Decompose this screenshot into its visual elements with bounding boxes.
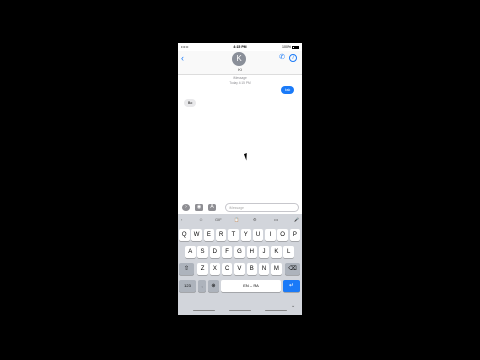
conversation-header: ‹ K Ki ✆ i [178,51,302,75]
keyboard: ‹ ☺ GIF 📋 ⚙ ••• 🎤 Q W E R T Y U I O P A … [178,214,302,315]
status-bar: ••••• 4:15 PM 100% [178,43,302,51]
key-t[interactable]: T [228,229,239,241]
return-key[interactable]: ↵ [283,280,300,292]
mic-icon[interactable]: 🎤 [294,217,299,222]
clipboard-icon[interactable]: 📋 [234,217,239,222]
info-icon[interactable]: i [289,54,297,62]
message-input[interactable]: iMessage ♪ [225,203,299,212]
back-button[interactable]: ‹ [181,54,184,63]
battery-indicator: 100% [282,45,299,49]
globe-key[interactable]: ⊕ [208,280,219,292]
numbers-key[interactable]: 123 [179,280,196,292]
key-l[interactable]: L [283,246,294,258]
incoming-message-bubble[interactable]: Bo [184,99,197,107]
service-label: iMessage [233,76,247,80]
key-q[interactable]: Q [179,229,190,241]
key-x[interactable]: X [209,263,221,275]
key-v[interactable]: V [234,263,245,275]
key-a[interactable]: A [185,246,196,258]
key-n[interactable]: N [258,263,270,275]
home-indicator [229,310,251,311]
chevron-down-icon[interactable]: ⌄ [291,303,295,309]
space-key[interactable]: EN – ЯA [221,280,281,292]
key-o[interactable]: O [277,229,288,241]
emoji-key[interactable]: , [198,280,206,292]
sticker-icon[interactable]: ☺ [199,217,203,222]
key-g[interactable]: G [234,246,245,258]
key-s[interactable]: S [197,246,208,258]
battery-icon [292,45,299,49]
key-u[interactable]: U [252,229,264,241]
key-p[interactable]: P [289,229,301,241]
key-k[interactable]: K [271,246,282,258]
settings-icon[interactable]: ⚙ [253,217,257,222]
delete-key[interactable]: ⌫ [285,263,300,275]
camera-icon[interactable]: ◉ [195,204,203,211]
phone-icon[interactable]: ✆ [278,54,286,62]
more-icon[interactable]: ••• [274,217,278,222]
gif-button[interactable]: GIF [215,217,222,222]
key-h[interactable]: H [246,246,257,258]
compose-bar: › ◉ A iMessage ♪ [178,200,302,214]
key-w[interactable]: W [191,229,202,241]
thread-timestamp: Today 4:15 PM [229,81,251,85]
app-store-icon[interactable]: A [208,204,216,211]
apps-icon[interactable]: › [182,204,190,211]
key-j[interactable]: J [258,246,270,258]
key-r[interactable]: R [215,229,227,241]
toolbar-collapse-icon[interactable]: ‹ [181,217,182,222]
key-c[interactable]: C [221,263,233,275]
messages-screen: ••••• 4:15 PM 100% ‹ K Ki ✆ i iMessage T… [178,43,302,315]
key-d[interactable]: D [209,246,221,258]
outgoing-message-bubble[interactable]: ksk [281,86,295,94]
home-indicator [193,310,215,311]
contact-name[interactable]: Ki [178,67,302,72]
home-indicator [265,310,287,311]
shift-key[interactable]: ⇧ [179,263,194,275]
key-i[interactable]: I [265,229,276,241]
message-placeholder: iMessage [229,206,244,210]
contact-avatar[interactable]: K [232,52,246,66]
key-e[interactable]: E [203,229,215,241]
key-b[interactable]: B [246,263,257,275]
battery-percent: 100% [282,45,291,49]
key-y[interactable]: Y [240,229,251,241]
key-f[interactable]: F [221,246,233,258]
key-z[interactable]: Z [197,263,208,275]
keyboard-toolbar: ‹ ☺ GIF 📋 ⚙ ••• 🎤 [178,214,302,225]
key-m[interactable]: M [271,263,282,275]
